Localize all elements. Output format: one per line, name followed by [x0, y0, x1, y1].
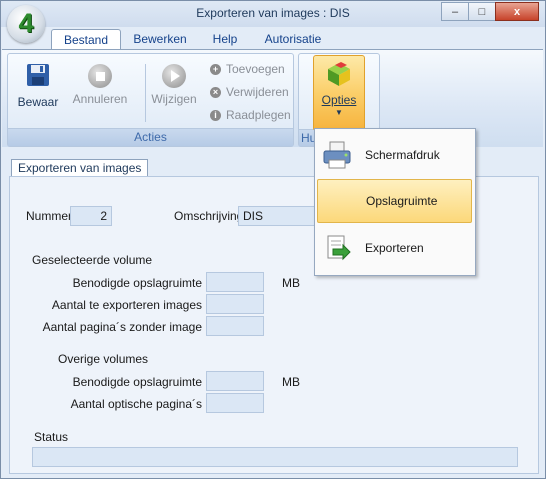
app-logo-icon[interactable]: 4 [7, 5, 45, 43]
tab-bestand[interactable]: Bestand [51, 29, 121, 50]
aantal-te-exporteren-field[interactable] [206, 294, 264, 314]
mb-unit-label: MB [282, 276, 300, 290]
opties-dropdown-menu: Schermafdruk Opslagruimte Exporteren [314, 128, 476, 276]
export-icon [327, 235, 351, 261]
dropdown-arrow-icon: ▼ [335, 108, 343, 117]
delete-icon: × [210, 86, 221, 98]
nummer-field[interactable]: 2 [70, 206, 112, 226]
aantal-te-exporteren-label: Aantal te exporteren images [51, 298, 202, 312]
mb-unit-label-2: MB [282, 375, 300, 389]
acties-group: Bewaar Annuleren Wijzigen + Toevoegen × … [7, 53, 294, 147]
aantal-optische-label: Aantal optische pagina´s [70, 397, 202, 411]
aantal-paginas-zonder-field[interactable] [206, 316, 264, 336]
status-field [32, 447, 518, 467]
overige-benodigde-label: Benodigde opslagruimte [72, 375, 202, 389]
window-controls: – □ x [441, 2, 539, 21]
acties-group-label: Acties [8, 128, 293, 146]
printer-icon [323, 141, 351, 169]
tab-exporteren-van-images[interactable]: Exporteren van images [11, 159, 149, 176]
geselecteerde-volume-heading: Geselecteerde volume [32, 253, 153, 267]
benodigde-opslagruimte-label: Benodigde opslagruimte [72, 276, 202, 290]
toevoegen-button[interactable]: + Toevoegen [210, 59, 285, 79]
omschrijving-label: Omschrijving [174, 209, 244, 223]
menu-item-schermafdruk[interactable]: Schermafdruk [317, 133, 472, 177]
menu-item-opslagruimte[interactable]: Opslagruimte [317, 179, 472, 223]
blank-icon [322, 185, 354, 217]
verwijderen-button[interactable]: × Verwijderen [210, 82, 289, 102]
info-icon: i [210, 109, 221, 121]
plus-icon: + [210, 63, 221, 75]
ribbon-tabs: Bestand Bewerken Help Autorisatie [1, 27, 545, 50]
options-cube-icon [328, 62, 350, 86]
nummer-label: Nummer [26, 209, 73, 223]
overige-benodigde-field[interactable] [206, 371, 264, 391]
aantal-optische-field[interactable] [206, 393, 264, 413]
annuleren-button[interactable]: Annuleren [70, 62, 130, 106]
play-icon [162, 64, 186, 88]
menu-item-exporteren[interactable]: Exporteren [317, 226, 472, 270]
aantal-paginas-zonder-label: Aantal pagina´s zonder image [42, 320, 202, 334]
save-icon [27, 64, 49, 86]
maximize-button[interactable]: □ [468, 2, 496, 21]
bewaar-button[interactable]: Bewaar [8, 62, 68, 109]
omschrijving-field[interactable]: DIS [238, 206, 318, 226]
app-window: Exporteren van images : DIS – □ x 4 Best… [0, 0, 546, 479]
tab-autorisatie[interactable]: Autorisatie [255, 29, 331, 49]
tab-bewerken[interactable]: Bewerken [125, 29, 195, 49]
tab-help[interactable]: Help [201, 29, 249, 49]
wijzigen-button[interactable]: Wijzigen [144, 62, 204, 106]
overige-volumes-heading: Overige volumes [58, 352, 149, 366]
opties-button[interactable]: Opties ▼ [313, 55, 365, 131]
title-bar: Exporteren van images : DIS – □ x [1, 1, 545, 27]
stop-icon [88, 64, 112, 88]
minimize-button[interactable]: – [441, 2, 469, 21]
benodigde-opslagruimte-field[interactable] [206, 272, 264, 292]
raadplegen-button[interactable]: i Raadplegen [210, 105, 291, 125]
status-label: Status [34, 430, 69, 444]
close-button[interactable]: x [495, 2, 539, 21]
